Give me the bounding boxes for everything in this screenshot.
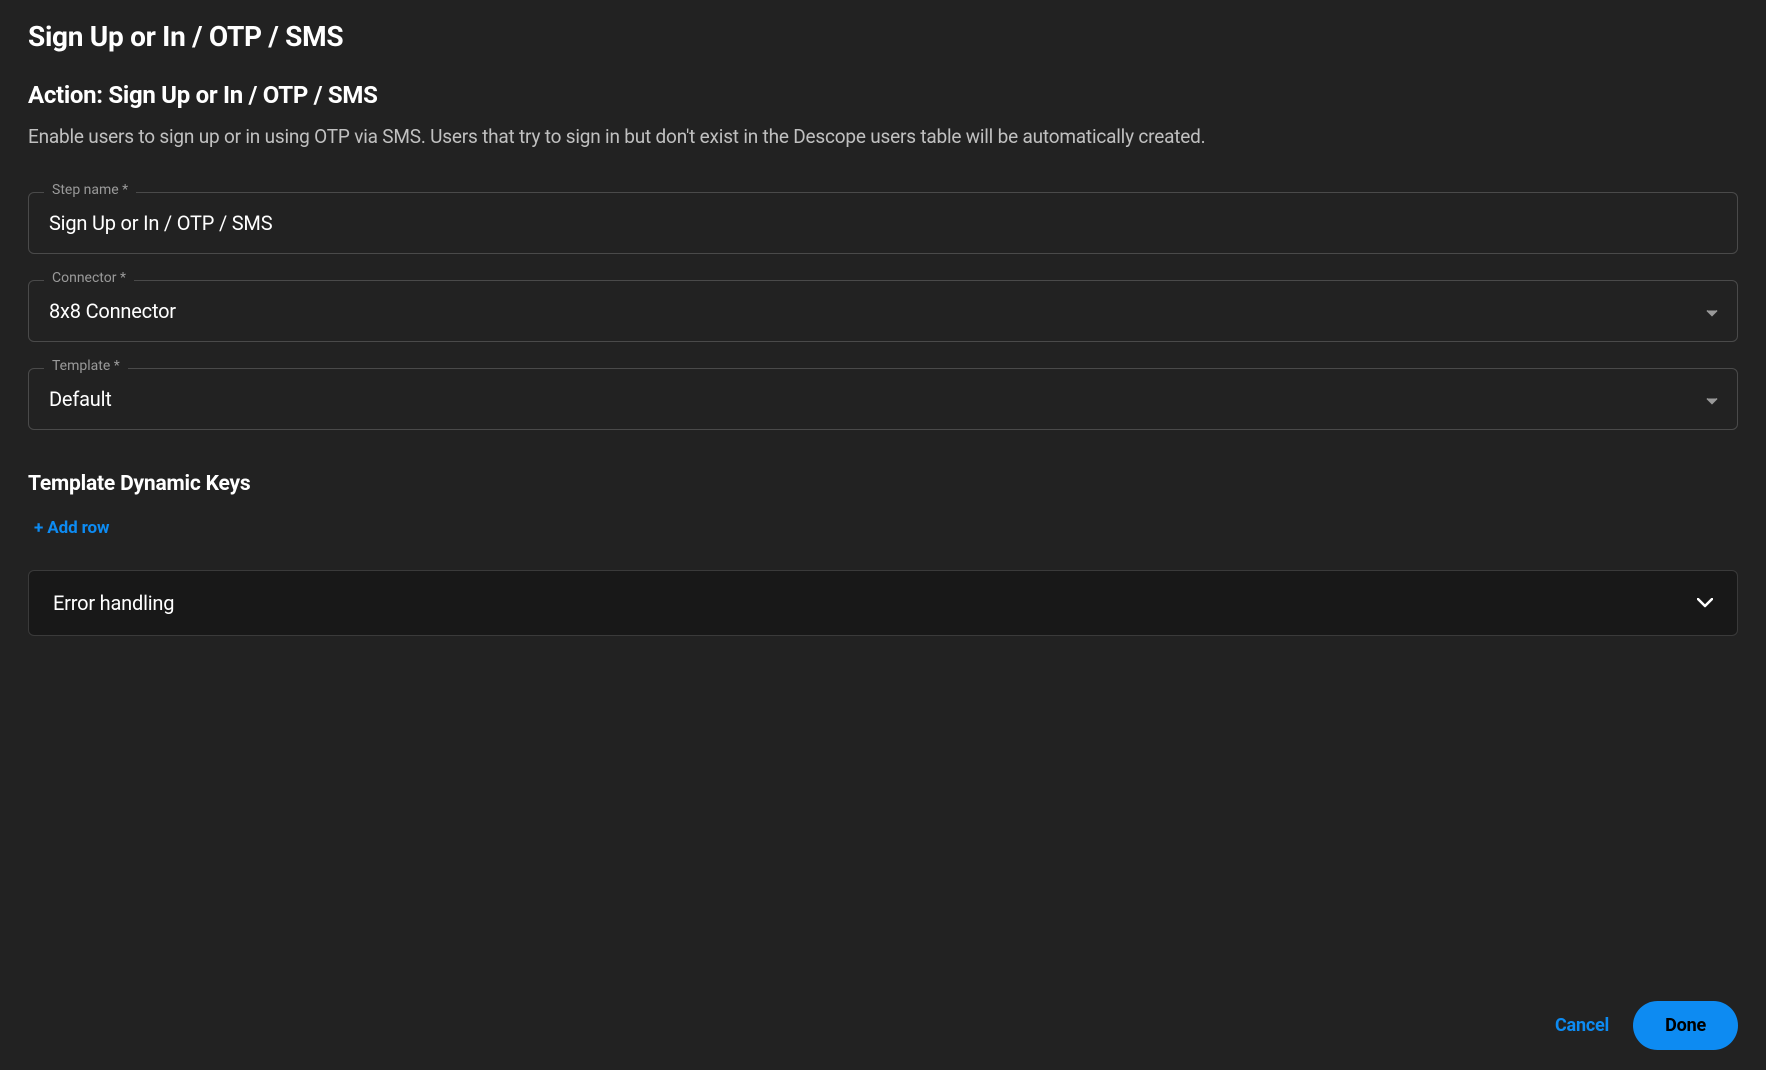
cancel-button[interactable]: Cancel — [1555, 1015, 1609, 1036]
action-subtitle: Action: Sign Up or In / OTP / SMS — [28, 81, 1738, 109]
action-description: Enable users to sign up or in using OTP … — [28, 123, 1738, 152]
template-label: Template * — [44, 358, 128, 374]
add-row-button[interactable]: + Add row — [34, 518, 1738, 538]
connector-field-group: Connector * 8x8 Connector — [28, 280, 1738, 342]
connector-label: Connector * — [44, 270, 134, 286]
dynamic-keys-title: Template Dynamic Keys — [28, 472, 1738, 496]
connector-select[interactable]: 8x8 Connector — [28, 280, 1738, 342]
step-name-field-group: Step name * — [28, 192, 1738, 254]
template-select[interactable]: Default — [28, 368, 1738, 430]
template-field-group: Template * Default — [28, 368, 1738, 430]
step-name-input[interactable] — [28, 192, 1738, 254]
done-button[interactable]: Done — [1633, 1001, 1738, 1050]
chevron-down-icon — [1697, 593, 1713, 612]
error-handling-title: Error handling — [53, 591, 174, 615]
step-name-label: Step name * — [44, 182, 136, 198]
dialog-footer: Cancel Done — [28, 981, 1738, 1050]
page-title: Sign Up or In / OTP / SMS — [28, 20, 1738, 53]
error-handling-accordion[interactable]: Error handling — [28, 570, 1738, 636]
